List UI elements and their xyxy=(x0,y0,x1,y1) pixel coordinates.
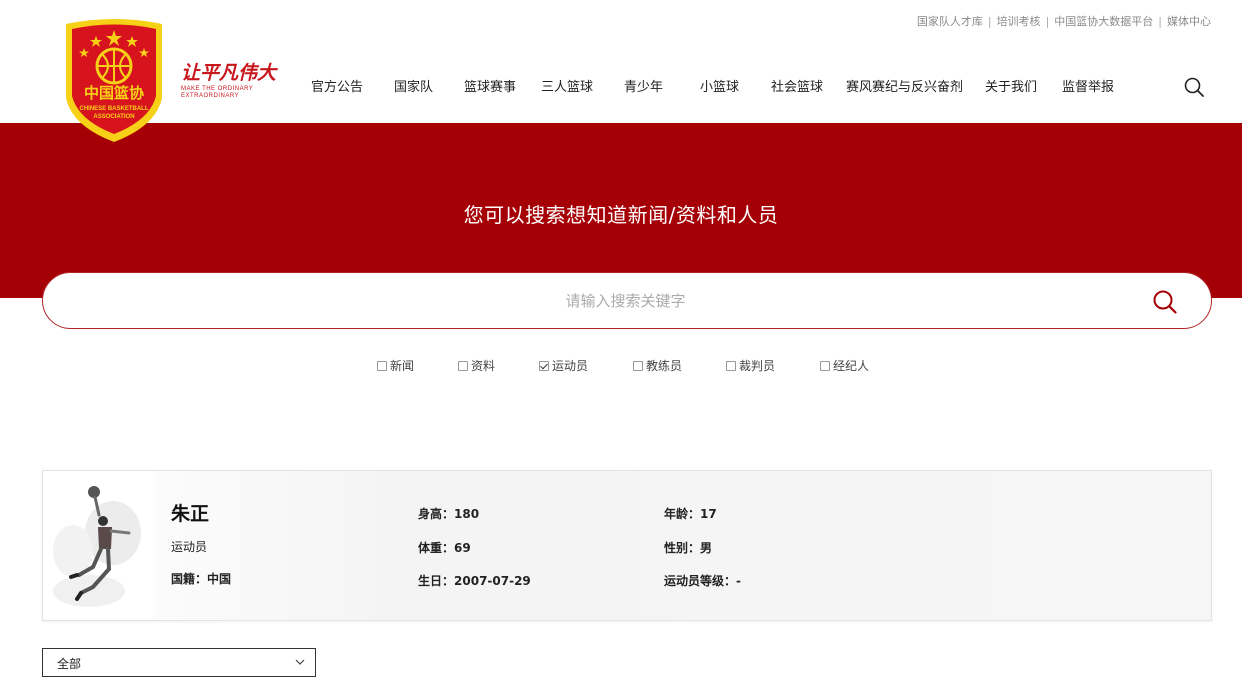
checkbox[interactable] xyxy=(458,360,468,371)
athlete-height: 身高：180 xyxy=(418,505,479,522)
filter-referees[interactable]: 裁判员 xyxy=(726,357,775,374)
banner-title: 您可以搜索想知道新闻/资料和人员 xyxy=(463,203,779,227)
nav-item-announcements[interactable]: 官方公告 xyxy=(311,76,363,95)
height-value: 180 xyxy=(454,507,480,521)
search-icon[interactable] xyxy=(1183,76,1205,98)
filter-news[interactable]: 新闻 xyxy=(377,357,414,374)
filter-label: 运动员 xyxy=(552,359,589,373)
svg-text:CHINESE BASKETBALL: CHINESE BASKETBALL xyxy=(79,106,148,112)
checkbox[interactable] xyxy=(726,360,736,371)
slogan: 让平凡伟大 Make the ordinary extraordinary xyxy=(181,62,281,108)
filter-athletes[interactable]: 运动员 xyxy=(539,357,588,374)
slogan-en: Make the ordinary extraordinary xyxy=(181,86,254,99)
filter-label: 经纪人 xyxy=(833,359,870,373)
nav-item-national-team[interactable]: 国家队 xyxy=(394,76,433,95)
weight-label: 体重： xyxy=(418,541,455,555)
svg-text:ASSOCIATION: ASSOCIATION xyxy=(93,114,134,120)
athlete-gender: 性别：男 xyxy=(664,539,712,556)
athlete-age: 年龄：17 xyxy=(664,505,717,522)
category-select[interactable]: 全部 xyxy=(42,648,316,677)
nav-item-youth[interactable]: 青少年 xyxy=(624,76,663,95)
filter-coaches[interactable]: 教练员 xyxy=(633,357,682,374)
athlete-avatar xyxy=(43,471,153,620)
nav-item-report[interactable]: 监督举报 xyxy=(1062,76,1114,95)
slogan-cn: 让平凡伟大 xyxy=(181,62,277,84)
nav-item-about[interactable]: 关于我们 xyxy=(985,76,1037,95)
divider: | xyxy=(1045,15,1050,28)
athlete-result-card[interactable]: 朱正 运动员 国籍：中国 身高：180 体重：69 生日：2007-07-29 … xyxy=(42,470,1212,621)
athlete-birthday: 生日：2007-07-29 xyxy=(418,572,531,589)
divider: | xyxy=(987,15,992,28)
checkbox[interactable] xyxy=(820,360,830,371)
nav-item-mini-basketball[interactable]: 小篮球 xyxy=(700,76,739,95)
weight-value: 69 xyxy=(454,541,471,555)
checkbox-checked[interactable] xyxy=(539,360,549,371)
checkbox[interactable] xyxy=(633,360,643,371)
category-select-value: 全部 xyxy=(57,657,82,671)
top-links: 国家队人才库 | 培训考核 | 中国篮协大数据平台 | 媒体中心 xyxy=(917,13,1211,29)
top-link-media[interactable]: 媒体中心 xyxy=(1167,15,1211,28)
gender-label: 性别： xyxy=(664,541,701,555)
search-filters: 新闻 资料 运动员 教练员 裁判员 经纪人 xyxy=(0,357,1242,375)
athlete-nationality: 国籍：中国 xyxy=(171,570,231,587)
filter-materials[interactable]: 资料 xyxy=(458,357,495,374)
site-header: 中国篮协 CHINESE BASKETBALL ASSOCIATION 让平凡伟… xyxy=(0,0,1242,142)
nationality-value: 中国 xyxy=(207,572,232,586)
nav-item-discipline[interactable]: 赛风赛纪与反兴奋剂 xyxy=(846,76,963,95)
filter-label: 新闻 xyxy=(390,359,415,373)
athlete-weight: 体重：69 xyxy=(418,539,471,556)
top-link-data-platform[interactable]: 中国篮协大数据平台 xyxy=(1054,15,1153,28)
cba-logo[interactable]: 中国篮协 CHINESE BASKETBALL ASSOCIATION xyxy=(60,14,168,144)
search-submit-icon[interactable] xyxy=(1152,289,1178,315)
age-label: 年龄： xyxy=(664,507,701,521)
checkbox[interactable] xyxy=(377,360,387,371)
athlete-name[interactable]: 朱正 xyxy=(171,499,209,526)
level-label: 运动员等级： xyxy=(664,574,737,588)
birthday-value: 2007-07-29 xyxy=(454,574,531,588)
divider: | xyxy=(1158,15,1162,28)
search-bar xyxy=(42,272,1212,329)
filter-label: 资料 xyxy=(471,359,496,373)
chevron-down-icon xyxy=(295,659,305,665)
birthday-label: 生日： xyxy=(418,574,455,588)
nav-item-social-basketball[interactable]: 社会篮球 xyxy=(771,76,823,95)
search-input[interactable] xyxy=(83,273,1168,328)
height-label: 身高： xyxy=(418,507,455,521)
top-link-training[interactable]: 培训考核 xyxy=(997,15,1041,28)
age-value: 17 xyxy=(700,507,717,521)
level-value: - xyxy=(736,574,741,588)
athlete-level: 运动员等级：- xyxy=(664,572,741,589)
filter-agents[interactable]: 经纪人 xyxy=(820,357,869,374)
filter-label: 教练员 xyxy=(646,359,683,373)
nationality-label: 国籍： xyxy=(171,572,208,586)
svg-text:中国篮协: 中国篮协 xyxy=(84,84,144,102)
top-link-talent[interactable]: 国家队人才库 xyxy=(917,15,983,28)
nav-item-3x3[interactable]: 三人篮球 xyxy=(541,76,593,95)
gender-value: 男 xyxy=(700,541,713,555)
filter-label: 裁判员 xyxy=(739,359,776,373)
athlete-role: 运动员 xyxy=(171,540,208,554)
nav-item-events[interactable]: 篮球赛事 xyxy=(464,76,516,95)
